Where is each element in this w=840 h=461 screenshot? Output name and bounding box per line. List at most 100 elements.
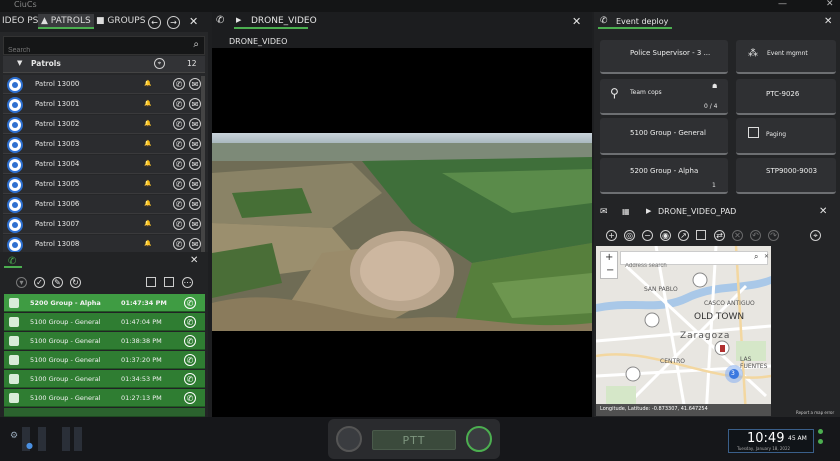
grid-icon[interactable] [146, 277, 156, 287]
clear-search-icon[interactable]: ✕ [764, 253, 769, 260]
call-icon[interactable]: ✆ [184, 354, 196, 366]
call-icon[interactable]: ✆ [173, 78, 185, 90]
phone-icon[interactable]: ✆ [216, 15, 224, 26]
message-icon[interactable]: ✉ [189, 118, 201, 130]
message-icon[interactable]: ✉ [189, 98, 201, 110]
message-icon[interactable]: ✉ [189, 198, 201, 210]
undo-icon[interactable]: ↶ [750, 230, 761, 241]
deploy-card[interactable]: ⚲ Team cops ☗ 0 / 4 [600, 79, 728, 115]
list-item[interactable]: Patrol 13006 🔔 ✆ ✉ [3, 195, 201, 214]
deploy-card[interactable]: Police Supervisor - 3 ... [600, 40, 728, 74]
deploy-card[interactable]: PTC-9026 [736, 79, 836, 115]
zoom-in-icon[interactable]: + [606, 230, 617, 241]
list-item[interactable]: Patrol 13005 🔔 ✆ ✉ [3, 175, 201, 194]
map-view[interactable]: + − ⌕ ✕ SAN PABLO CASCO ANTIGUO OLD TOWN… [596, 246, 771, 416]
location-icon[interactable]: ⌖ [154, 58, 165, 69]
call-icon[interactable]: ✆ [173, 218, 185, 230]
deploy-card[interactable]: 5200 Group - Alpha 1 [600, 158, 728, 194]
tab-drone-video-pad[interactable]: DRONE_VIDEO_PAD [658, 207, 736, 216]
table-row[interactable]: 5100 Group - General 01:47:04 PM ✆ [4, 313, 205, 331]
call-icon[interactable]: ✆ [173, 178, 185, 190]
more-icon[interactable]: ⋯ [182, 277, 193, 288]
table-row[interactable]: 5100 Group - General 01:38:38 PM ✆ [4, 332, 205, 350]
call-icon[interactable]: ✆ [184, 297, 196, 309]
target-icon[interactable]: ◎ [624, 230, 635, 241]
edit-icon[interactable]: ✎ [52, 277, 63, 288]
window-close-button[interactable]: ✕ [826, 0, 834, 9]
layers-icon[interactable] [696, 230, 706, 240]
call-icon[interactable]: ✆ [184, 373, 196, 385]
table-row[interactable]: 5100 Group - General 01:27:13 PM ✆ [4, 389, 205, 407]
search-icon[interactable]: ⌕ [754, 252, 758, 262]
scrollbar[interactable] [201, 76, 205, 258]
deploy-card[interactable]: Paging [736, 118, 836, 155]
table-row[interactable]: 5100 Group - General 01:34:53 PM ✆ [4, 370, 205, 388]
mail-icon[interactable]: ✉ [600, 207, 608, 217]
refresh-icon[interactable]: ↻ [70, 277, 81, 288]
zoom-out-icon[interactable]: − [642, 230, 653, 241]
volume-slider-2[interactable] [38, 427, 46, 451]
list-item[interactable]: Patrol 13003 🔔 ✆ ✉ [3, 135, 201, 154]
message-icon[interactable]: ✉ [189, 218, 201, 230]
measure-icon[interactable]: ↗ [678, 230, 689, 241]
locate-icon[interactable]: ◉ [660, 230, 671, 241]
list-item[interactable]: Patrol 13001 🔔 ✆ ✉ [3, 95, 201, 114]
close-icon[interactable]: ✕ [824, 16, 832, 27]
deploy-card[interactable]: STP9000-9003 [736, 158, 836, 194]
map-icon[interactable]: ▦ [622, 207, 630, 216]
message-icon[interactable]: ✉ [189, 158, 201, 170]
left-dial[interactable] [336, 426, 362, 452]
clear-icon[interactable]: ✕ [732, 230, 743, 241]
list-item[interactable]: Patrol 13004 🔔 ✆ ✉ [3, 155, 201, 174]
route-icon[interactable]: ⇄ [714, 230, 725, 241]
call-icon[interactable]: ✆ [184, 335, 196, 347]
table-row[interactable]: 5200 Group - Alpha 01:47:34 PM ✆ [4, 294, 205, 312]
call-icon[interactable]: ✆ [173, 118, 185, 130]
call-icon[interactable]: ✆ [173, 238, 185, 250]
close-icon[interactable]: ✕ [190, 255, 198, 266]
volume-slider-4[interactable] [74, 427, 82, 451]
check-icon[interactable]: ✓ [34, 277, 45, 288]
tab-groups[interactable]: ■ GROUPS [96, 16, 145, 26]
call-icon[interactable]: ✆ [173, 158, 185, 170]
tab-patrols[interactable]: ▲ PATROLS [38, 14, 94, 29]
table-row[interactable]: 5100 Group - General 01:37:20 PM ✆ [4, 351, 205, 369]
tab-drone-video[interactable]: DRONE_VIDEO [251, 16, 317, 26]
save-icon[interactable] [164, 277, 174, 287]
message-icon[interactable]: ✉ [189, 178, 201, 190]
close-icon[interactable]: ✕ [819, 206, 827, 217]
redo-icon[interactable]: ↷ [768, 230, 779, 241]
call-icon[interactable]: ✆ [173, 138, 185, 150]
deploy-card[interactable]: ⁂ Event mgmnt [736, 40, 836, 74]
message-icon[interactable]: ✉ [189, 138, 201, 150]
call-icon[interactable]: ✆ [184, 316, 196, 328]
map-zoom-in-button[interactable]: + [605, 252, 613, 263]
back-icon[interactable]: ← [148, 16, 161, 29]
search-icon[interactable]: ⌕ [193, 39, 199, 50]
minimize-button[interactable]: — [778, 0, 787, 9]
list-item[interactable]: Patrol 13007 🔔 ✆ ✉ [3, 215, 201, 234]
filter-icon[interactable]: ▾ [16, 277, 27, 288]
call-icon[interactable]: ✆ [173, 98, 185, 110]
address-search-input[interactable] [625, 263, 735, 269]
message-icon[interactable]: ✉ [189, 78, 201, 90]
ptt-button[interactable]: PTT [372, 430, 456, 450]
report-map-error-link[interactable]: Report a map error [796, 410, 834, 415]
list-item[interactable]: Patrol 13000 🔔 ✆ ✉ [3, 75, 201, 94]
search-input[interactable] [8, 47, 178, 54]
volume-slider-3[interactable] [62, 427, 70, 451]
tab-video-ps[interactable]: IDEO PS [2, 16, 38, 26]
deploy-card[interactable]: 5100 Group - General [600, 118, 728, 155]
right-dial[interactable] [466, 426, 492, 452]
close-icon[interactable]: ✕ [189, 15, 198, 28]
pin-icon[interactable]: ⌖ [810, 230, 821, 241]
settings-icon[interactable]: ⚙ [10, 431, 18, 441]
call-icon[interactable]: ✆ [173, 198, 185, 210]
map-zoom-out-button[interactable]: − [606, 265, 614, 276]
video-player[interactable] [212, 48, 592, 417]
forward-icon[interactable]: → [167, 16, 180, 29]
message-icon[interactable]: ✉ [189, 238, 201, 250]
close-icon[interactable]: ✕ [572, 15, 581, 28]
patrols-group-header[interactable]: ▼ Patrols ⌖ 12 [3, 56, 205, 73]
list-item[interactable]: Patrol 13002 🔔 ✆ ✉ [3, 115, 201, 134]
